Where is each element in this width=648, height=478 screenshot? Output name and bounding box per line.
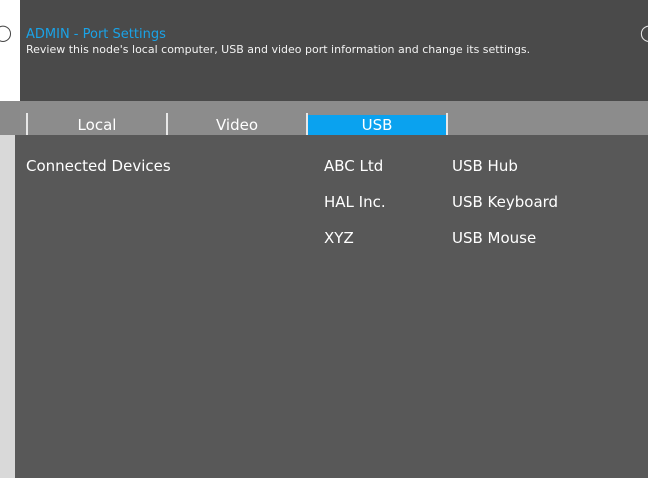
circle-icon: ◯: [640, 24, 648, 42]
strip-band: [0, 101, 20, 135]
background-strip: [0, 0, 20, 478]
device-vendor: ABC Ltd: [324, 157, 384, 175]
tab-local[interactable]: Local: [28, 115, 166, 136]
usb-content: Connected Devices ABC Ltd USB Hub HAL In…: [20, 135, 648, 478]
device-vendor: XYZ: [324, 229, 354, 247]
circle-icon: ◯: [0, 23, 12, 42]
panel-header: ADMIN - Port Settings Review this node's…: [20, 0, 648, 101]
device-type: USB Mouse: [452, 229, 537, 247]
app-window: ADMIN - Port Settings Review this node's…: [0, 0, 648, 478]
connected-devices-label: Connected Devices: [26, 157, 171, 175]
tab-bar: Local Video USB: [20, 101, 648, 136]
tab-usb[interactable]: USB: [308, 115, 446, 136]
device-type: USB Keyboard: [452, 193, 559, 211]
tab-video[interactable]: Video: [168, 115, 306, 136]
page-title: ADMIN - Port Settings: [26, 27, 166, 42]
port-settings-panel: ADMIN - Port Settings Review this node's…: [20, 0, 648, 478]
page-subtitle: Review this node's local computer, USB a…: [26, 43, 531, 56]
device-vendor: HAL Inc.: [324, 193, 386, 211]
strip-top: [0, 0, 20, 101]
tab-separator: [446, 113, 448, 136]
device-type: USB Hub: [452, 157, 518, 175]
